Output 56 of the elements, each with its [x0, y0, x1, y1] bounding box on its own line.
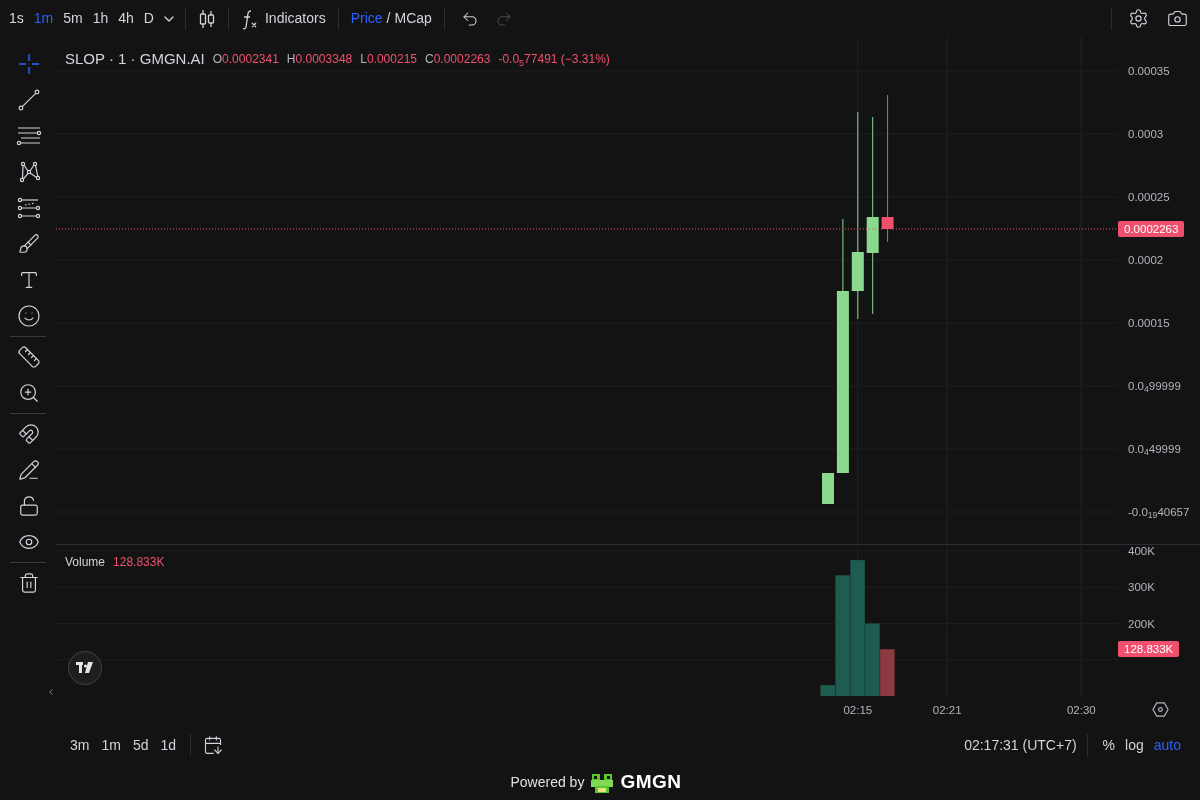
indicators-button[interactable]: Indicators [237, 7, 330, 30]
interval-tab[interactable]: 1h [87, 4, 114, 33]
volume-axis-label: 300K [1128, 580, 1155, 595]
last-price-tag: 0.0002263 [1118, 221, 1185, 237]
symbol-title: SLOP · 1 · GMGN.AI [65, 49, 205, 69]
range-button[interactable]: 5d [126, 734, 155, 756]
time-axis-label: 02:15 [843, 703, 873, 717]
price-axis-label: 0.00025 [1128, 190, 1170, 204]
price-axis-label: 0.0$_{4}$49999 [1128, 442, 1181, 456]
ohlc-key: O [212, 50, 223, 69]
ohlc-key: H [286, 50, 296, 69]
scale-option[interactable]: % [1097, 734, 1121, 756]
range-button[interactable]: 1m [95, 734, 127, 756]
interval-tab[interactable]: 5m [58, 4, 88, 33]
collapse-icon[interactable] [46, 687, 56, 697]
price-axis-label: 0.00035 [1128, 64, 1170, 78]
price-axis-label: 0.00015 [1128, 316, 1170, 330]
interval-tab[interactable]: 1m [28, 4, 59, 33]
powered-by-text: Powered by [510, 773, 585, 792]
ohlc-key: L [360, 50, 367, 69]
time-axis-label: 02:30 [1066, 703, 1096, 717]
function-icon [241, 7, 259, 30]
ohlc-key: C [425, 50, 434, 69]
price-axis-label: 0.0002 [1128, 253, 1164, 267]
scale-option[interactable]: auto [1148, 734, 1186, 756]
last-volume-tag: 128.833K [1118, 641, 1180, 658]
price-mode-toggle[interactable]: MCap [394, 8, 432, 29]
volume-axis-label: 200K [1128, 616, 1155, 631]
chart-logo[interactable] [68, 651, 102, 685]
smile-icon[interactable] [15, 302, 43, 330]
interval-tab[interactable]: 1s [4, 4, 29, 33]
slash-separator: / [386, 9, 391, 28]
ohlc-value: 0.0002341 [222, 51, 279, 69]
range-button[interactable]: 1d [154, 734, 183, 756]
price-axis-label: 0.0$_{4}$99999 [1128, 379, 1181, 393]
range-button[interactable]: 3m [64, 734, 96, 756]
price-change: -0.0$_{5}$77491 (−3.31%) [498, 51, 610, 69]
ohlc-value: 0.000215 [366, 51, 417, 69]
frog-logo-icon [590, 771, 615, 794]
ohlc-value: 0.0002263 [433, 51, 491, 69]
volume-axis-label: 400K [1128, 544, 1155, 559]
price-mode-toggle[interactable]: Price [350, 8, 383, 29]
scale-option[interactable]: log [1120, 734, 1149, 756]
axis-settings-icon[interactable] [1152, 701, 1169, 718]
price-axis-label: -0.0$_{19}$40657 [1128, 505, 1190, 519]
clock-time: 02:17:31 (UTC+7) [964, 735, 1077, 755]
candlestick [822, 472, 834, 505]
interval-tab[interactable]: 4h [113, 4, 139, 33]
ohlc-value: 0.0003348 [295, 51, 353, 69]
ruler-icon[interactable] [15, 343, 43, 371]
brand-name: GMGN [620, 770, 682, 795]
time-axis-label: 02:21 [932, 703, 962, 717]
interval-tab[interactable]: D [138, 4, 159, 33]
volume-title: Volume [65, 554, 106, 571]
price-axis-label: 0.0003 [1128, 127, 1164, 141]
volume-value: 128.833K [113, 554, 165, 571]
